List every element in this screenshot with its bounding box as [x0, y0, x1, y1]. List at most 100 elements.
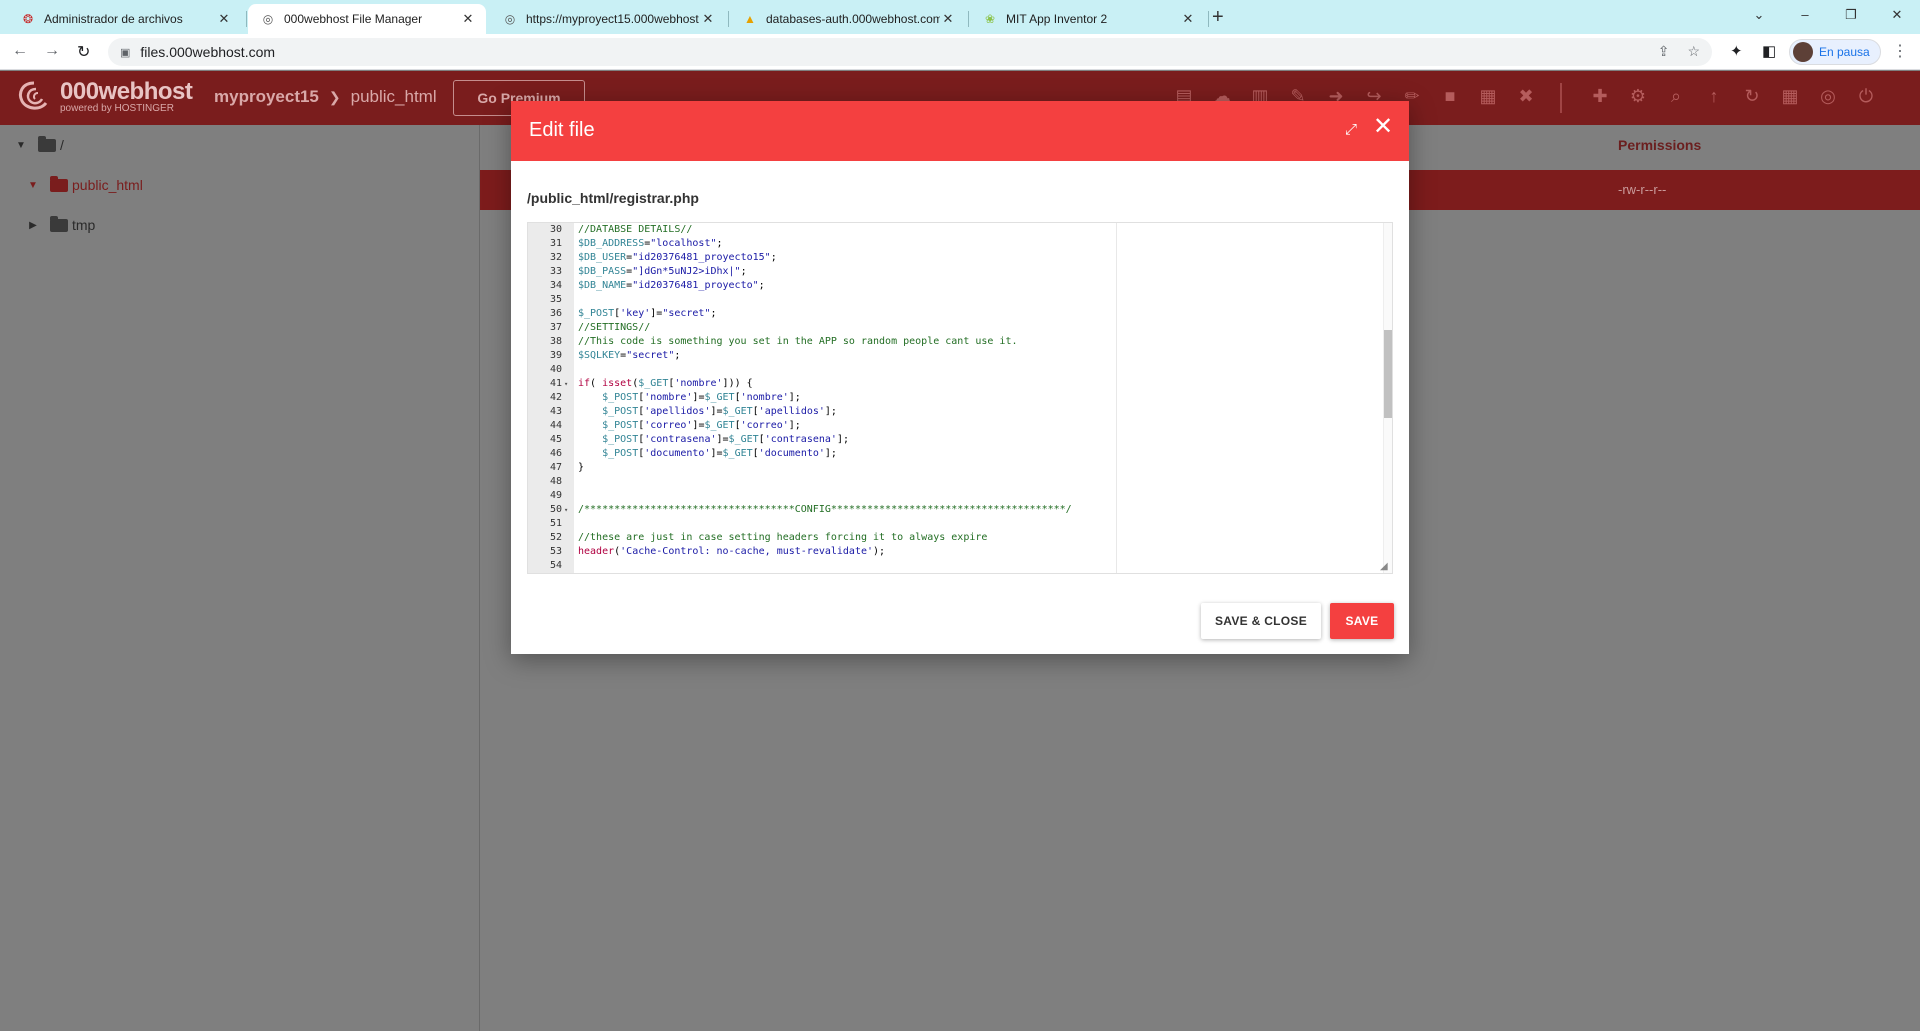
- breadcrumb-site[interactable]: myproyect15: [214, 87, 319, 107]
- code-line[interactable]: 42 $_POST['nombre']=$_GET['nombre'];: [528, 391, 1392, 405]
- cloud-upload-icon[interactable]: ↑: [1702, 86, 1726, 107]
- close-tab-icon[interactable]: ✕: [460, 11, 476, 27]
- refresh-icon[interactable]: ↻: [1740, 86, 1764, 107]
- code-line[interactable]: 34 $DB_NAME="id20376481_proyecto";: [528, 279, 1392, 293]
- add-file-icon[interactable]: ✚: [1588, 86, 1612, 107]
- tree-item-public-html[interactable]: ▼ public_html: [26, 175, 143, 193]
- browser-tab-active[interactable]: ◎ 000webhost File Manager ✕: [248, 4, 486, 34]
- breadcrumb-folder[interactable]: public_html: [351, 87, 437, 107]
- close-tab-icon[interactable]: ✕: [216, 11, 232, 27]
- globe-icon[interactable]: ◎: [1816, 86, 1840, 107]
- line-number: 47: [549, 462, 562, 473]
- browser-tab[interactable]: ◎ https://myproyect15.000webhost ✕: [490, 4, 726, 34]
- profile-button[interactable]: En pausa: [1789, 39, 1881, 65]
- code-line[interactable]: 32 $DB_USER="id20376481_proyecto15";: [528, 251, 1392, 265]
- tab-search-icon[interactable]: ⌄: [1736, 0, 1782, 34]
- code-line[interactable]: 41 ▾ if( isset($_GET['nombre'])) {: [528, 377, 1392, 391]
- resize-handle-icon[interactable]: ◢: [1380, 561, 1388, 572]
- dialog-header: Edit file ⤢ ✕: [511, 101, 1409, 161]
- expand-icon[interactable]: ⤢: [1345, 121, 1357, 138]
- code-line[interactable]: 52 //these are just in case setting heade…: [528, 531, 1392, 545]
- grid-icon[interactable]: ▦: [1778, 86, 1802, 107]
- code-line[interactable]: 50 ▾ /***********************************C…: [528, 503, 1392, 517]
- browser-menu-icon[interactable]: ⋮: [1892, 41, 1908, 61]
- lock-icon[interactable]: ■: [1438, 86, 1462, 107]
- archive-icon[interactable]: ▦: [1476, 86, 1500, 107]
- code-text: $_POST['nombre']=$_GET['nombre'];: [602, 392, 801, 403]
- share-icon[interactable]: ⇪: [1658, 43, 1670, 60]
- save-and-close-button[interactable]: SAVE & CLOSE: [1201, 603, 1321, 639]
- tree-item-tmp[interactable]: ▶ tmp: [26, 215, 96, 233]
- url-text[interactable]: files.000webhost.com: [140, 44, 275, 60]
- close-window-icon[interactable]: ✕: [1874, 0, 1920, 34]
- tree-item-label: tmp: [72, 217, 96, 233]
- code-line[interactable]: 49: [528, 489, 1392, 503]
- chevron-down-icon[interactable]: ▼: [14, 140, 28, 151]
- tab-title: MIT App Inventor 2: [1006, 12, 1108, 26]
- code-line[interactable]: 43 $_POST['apellidos']=$_GET['apellidos'…: [528, 405, 1392, 419]
- code-line[interactable]: 54: [528, 559, 1392, 573]
- phpmyadmin-icon: ▲: [744, 12, 756, 26]
- code-editor[interactable]: 30 //DATABSE DETAILS// 31 $DB_ADDRESS="loca…: [527, 222, 1393, 574]
- line-number: 30: [549, 224, 562, 235]
- code-text: $_POST['key']="secret";: [578, 308, 717, 319]
- address-bar[interactable]: ▣ files.000webhost.com ⇪ ☆: [108, 38, 1712, 66]
- back-icon[interactable]: ←: [12, 42, 28, 60]
- extensions-icon[interactable]: ✦: [1730, 42, 1743, 60]
- code-line[interactable]: 46 $_POST['documento']=$_GET['documento'…: [528, 447, 1392, 461]
- browser-tab[interactable]: ▲ databases-auth.000webhost.com ✕: [730, 4, 966, 34]
- fold-toggle-icon[interactable]: ▾: [564, 503, 572, 517]
- tree-root[interactable]: ▼ /: [14, 135, 64, 153]
- code-line[interactable]: 30 //DATABSE DETAILS//: [528, 223, 1392, 237]
- search-icon[interactable]: ⌕: [1664, 86, 1688, 107]
- file-tree: ▼ / ▼ public_html ▶ tmp: [0, 125, 480, 1031]
- side-panel-icon[interactable]: ◧: [1762, 42, 1776, 60]
- code-line[interactable]: 31 $DB_ADDRESS="localhost";: [528, 237, 1392, 251]
- code-line[interactable]: 45 $_POST['contrasena']=$_GET['contrasen…: [528, 433, 1392, 447]
- tab-title: https://myproyect15.000webhost: [526, 12, 699, 26]
- code-text: $_POST['documento']=$_GET['documento'];: [602, 448, 837, 459]
- forward-icon[interactable]: →: [44, 42, 60, 60]
- code-line[interactable]: 51: [528, 517, 1392, 531]
- code-line[interactable]: 38 //This code is something you set in th…: [528, 335, 1392, 349]
- code-line[interactable]: 40: [528, 363, 1392, 377]
- code-line[interactable]: 33 $DB_PASS="]dGn*5uNJ2>iDhx|";: [528, 265, 1392, 279]
- code-line[interactable]: 35: [528, 293, 1392, 307]
- restore-icon[interactable]: ❐: [1828, 0, 1874, 34]
- browser-tab[interactable]: ❂ Administrador de archivos ✕: [8, 4, 242, 34]
- reload-icon[interactable]: ↻: [77, 42, 90, 62]
- code-line[interactable]: 53 header('Cache-Control: no-cache, must-…: [528, 545, 1392, 559]
- close-tab-icon[interactable]: ✕: [1180, 11, 1196, 27]
- code-lines[interactable]: 30 //DATABSE DETAILS// 31 $DB_ADDRESS="loca…: [528, 223, 1392, 573]
- tab-title: 000webhost File Manager: [284, 12, 423, 26]
- bookmark-star-icon[interactable]: ☆: [1687, 43, 1700, 60]
- dialog-title: Edit file: [529, 119, 595, 141]
- code-line[interactable]: 44 $_POST['correo']=$_GET['correo'];: [528, 419, 1392, 433]
- chevron-right-icon[interactable]: ▶: [26, 220, 40, 231]
- minimize-icon[interactable]: –: [1782, 0, 1828, 34]
- close-tab-icon[interactable]: ✕: [700, 11, 716, 27]
- code-text: //This code is something you set in the …: [578, 336, 1018, 347]
- chevron-down-icon[interactable]: ▼: [26, 180, 40, 191]
- power-icon[interactable]: ⏻: [1854, 86, 1878, 107]
- settings-icon[interactable]: ⚙: [1626, 86, 1650, 107]
- close-icon[interactable]: ✕: [1373, 115, 1393, 139]
- code-text: $DB_PASS="]dGn*5uNJ2>iDhx|";: [578, 266, 747, 277]
- code-line[interactable]: 48: [528, 475, 1392, 489]
- scrollbar-thumb[interactable]: [1384, 330, 1392, 418]
- brand-logo[interactable]: 000webhost powered by HOSTINGER: [14, 79, 193, 115]
- fold-toggle-icon[interactable]: ▾: [564, 377, 572, 391]
- save-button[interactable]: SAVE: [1330, 603, 1394, 639]
- code-line[interactable]: 39 $SQLKEY="secret";: [528, 349, 1392, 363]
- close-tab-icon[interactable]: ✕: [940, 11, 956, 27]
- code-line[interactable]: 36 $_POST['key']="secret";: [528, 307, 1392, 321]
- site-info-icon[interactable]: ▣: [120, 46, 130, 59]
- new-tab-button[interactable]: +: [1212, 6, 1224, 29]
- code-text: $DB_ADDRESS="localhost";: [578, 238, 723, 249]
- browser-tab[interactable]: ❀ MIT App Inventor 2 ✕: [970, 4, 1206, 34]
- code-line[interactable]: 37 //SETTINGS//: [528, 321, 1392, 335]
- delete-icon[interactable]: ✖: [1514, 86, 1538, 107]
- permissions-column-header[interactable]: Permissions: [1618, 137, 1701, 153]
- code-line[interactable]: 47}: [528, 461, 1392, 475]
- code-text: header('Cache-Control: no-cache, must-re…: [578, 546, 886, 557]
